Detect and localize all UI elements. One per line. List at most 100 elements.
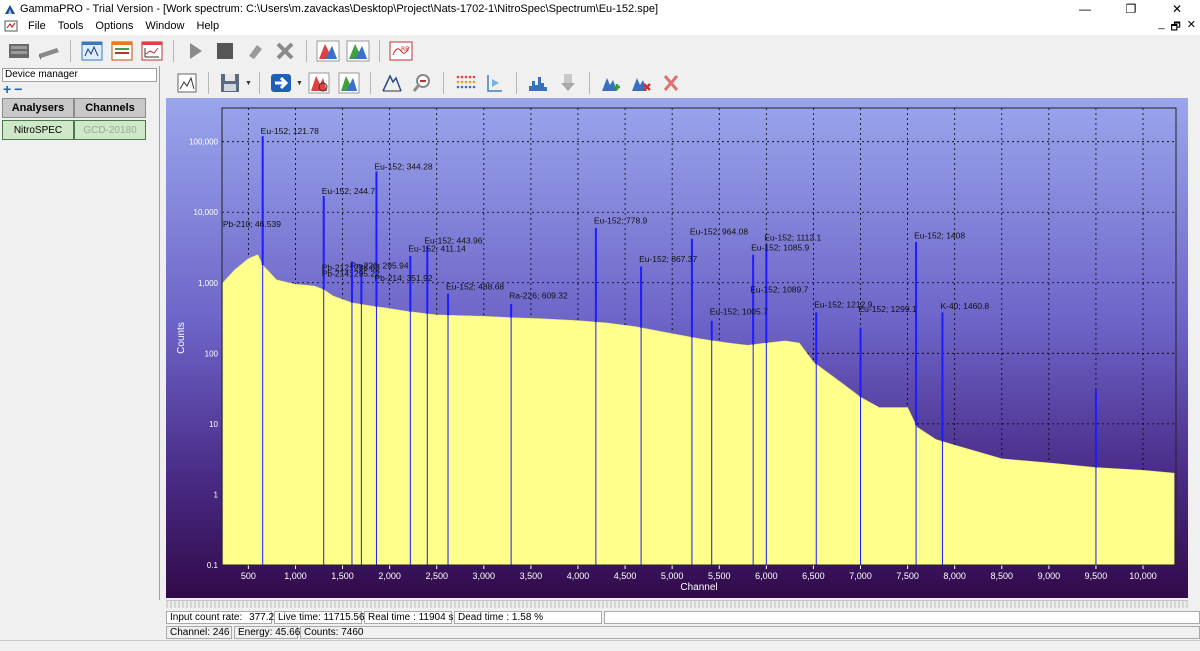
- report-window-icon[interactable]: [109, 38, 135, 64]
- view-spectrum-icon[interactable]: [174, 70, 200, 96]
- y-tick-label: 100,000: [189, 138, 218, 147]
- peak-label: Ra-226; 609.32: [509, 291, 568, 301]
- counts-field: Counts: 7460: [300, 626, 1200, 639]
- down-arrow-icon[interactable]: [555, 70, 581, 96]
- remove-device-button[interactable]: −: [14, 82, 22, 96]
- column-header-channels[interactable]: Channels: [74, 98, 146, 118]
- histogram-icon[interactable]: [525, 70, 551, 96]
- save-icon[interactable]: [217, 70, 243, 96]
- x-tick-label: 1,500: [331, 571, 354, 581]
- peak-label: Eu-152; 344.28: [374, 161, 432, 171]
- x-tick-label: 3,000: [473, 571, 496, 581]
- zoom-out-icon[interactable]: [409, 70, 435, 96]
- peak-label: Pb-210; 46.539: [223, 219, 281, 229]
- spectrum-chart[interactable]: Eu-152; 121.78 Pb-210; 46.539 Eu-152; 344.…: [166, 98, 1188, 598]
- arrow-right-icon[interactable]: [268, 70, 294, 96]
- peak-search-green-icon[interactable]: [336, 70, 362, 96]
- peak-label: Pb-214; 295.22: [322, 268, 380, 278]
- y-tick-label: 0.1: [207, 561, 219, 570]
- peak-search-red-icon[interactable]: [306, 70, 332, 96]
- input-count-rate-label: Input count rate:: [170, 612, 243, 623]
- peak-label: Eu-152; 867.37: [639, 254, 697, 264]
- y-tick-label: 100: [205, 349, 219, 358]
- menu-help[interactable]: Help: [190, 20, 225, 32]
- add-device-button[interactable]: +: [3, 82, 11, 96]
- x-tick-label: 7,000: [849, 571, 872, 581]
- x-tick-label: 2,000: [378, 571, 401, 581]
- peak-label: Eu-152; 778.9: [594, 215, 648, 225]
- peak-label: Eu-152; 244.7: [322, 186, 376, 196]
- x-tick-label: 5,000: [661, 571, 684, 581]
- bottom-status-strip: [0, 640, 1200, 651]
- mdi-restore-button[interactable]: 🗗: [1170, 18, 1180, 37]
- window-title: GammaPRO - Trial Version - [Work spectru…: [20, 2, 659, 15]
- peak-label: Eu-152; 1112.1: [764, 233, 821, 243]
- peak-label: Eu-152; 1299.1: [859, 304, 917, 314]
- column-header-analysers[interactable]: Analysers: [2, 98, 74, 118]
- device-scanner-icon[interactable]: [36, 38, 62, 64]
- arrow-dropdown-icon[interactable]: ▼: [296, 80, 304, 87]
- maximize-button[interactable]: ❐: [1108, 0, 1154, 17]
- device-manager-panel: Device manager + − Analysers Channels Ni…: [0, 66, 160, 600]
- live-time-field: Live time: 11715.56 s.: [274, 611, 375, 624]
- peak-remove-icon[interactable]: [628, 70, 654, 96]
- peak-label: Eu-152; 1005.7: [710, 307, 768, 317]
- analyser-cell[interactable]: NitroSPEC: [2, 120, 74, 140]
- horizontal-scrollbar[interactable]: [166, 600, 1188, 608]
- x-tick-label: 2,500: [425, 571, 448, 581]
- table-row[interactable]: NitroSPEC GCD-20180: [2, 120, 146, 140]
- peak-label: Eu-152; 1085.9: [751, 242, 809, 252]
- minimize-button[interactable]: —: [1062, 0, 1108, 17]
- status-blank-field: [604, 611, 1200, 624]
- eraser-icon[interactable]: [242, 38, 268, 64]
- peak-label: Eu-152; 1089.7: [750, 285, 808, 295]
- dots-grid-icon[interactable]: [452, 70, 478, 96]
- y-tick-label: 10: [209, 420, 218, 429]
- input-count-rate-field: Input count rate: 377.26: [166, 611, 280, 624]
- clear-icon[interactable]: [272, 38, 298, 64]
- mdi-minimize-button[interactable]: _: [1158, 18, 1164, 37]
- menu-tools[interactable]: Tools: [52, 20, 90, 32]
- close-button[interactable]: ✕: [1154, 0, 1200, 17]
- mdi-close-button[interactable]: ✕: [1187, 18, 1196, 37]
- x-tick-label: 9,500: [1085, 571, 1108, 581]
- x-tick-label: 500: [241, 571, 256, 581]
- status-bar: Input count rate: 377.26 Live time: 1171…: [166, 611, 1200, 639]
- x-tick-label: 1,000: [284, 571, 307, 581]
- device-rack-icon[interactable]: [6, 38, 32, 64]
- channel-cell[interactable]: GCD-20180: [74, 120, 146, 140]
- red-scale-icon[interactable]: RE: [388, 38, 414, 64]
- peak-label: Eu-152; 121.78: [261, 126, 319, 136]
- y-tick-label: 10,000: [194, 208, 219, 217]
- document-icon[interactable]: [4, 20, 18, 32]
- stop-icon[interactable]: [212, 38, 238, 64]
- x-tick-label: 8,000: [943, 571, 966, 581]
- x-tick-label: 3,500: [520, 571, 543, 581]
- chart-window-icon[interactable]: [139, 38, 165, 64]
- x-tick-label: 4,000: [567, 571, 590, 581]
- peak-outline-icon[interactable]: [379, 70, 405, 96]
- export-icon[interactable]: [482, 70, 508, 96]
- play-icon[interactable]: [182, 38, 208, 64]
- menu-options[interactable]: Options: [89, 20, 139, 32]
- delete-icon[interactable]: [658, 70, 684, 96]
- spectrum-window-icon[interactable]: [79, 38, 105, 64]
- x-tick-label: 8,500: [991, 571, 1014, 581]
- peak-add-icon[interactable]: [598, 70, 624, 96]
- x-tick-label: 4,500: [614, 571, 637, 581]
- menu-file[interactable]: File: [22, 20, 52, 32]
- menu-bar: File Tools Options Window Help _ 🗗 ✕: [0, 17, 1200, 35]
- x-axis-label: Channel: [680, 582, 717, 593]
- main-toolbar: RE: [4, 36, 416, 66]
- spectrum-peaks-icon[interactable]: [315, 38, 341, 64]
- energy-field: Energy: 45.665: [234, 626, 306, 639]
- spectrum-toolbar: ▼ ▼: [172, 68, 686, 98]
- y-tick-label: 1: [214, 490, 219, 499]
- gammapro-app-icon: [5, 4, 15, 14]
- spectrum-compare-icon[interactable]: [345, 38, 371, 64]
- menu-window[interactable]: Window: [139, 20, 190, 32]
- peak-label: Eu-152; 964.08: [690, 227, 748, 237]
- real-time-field: Real time : 11904 s.: [364, 611, 456, 624]
- save-dropdown-icon[interactable]: ▼: [245, 80, 253, 87]
- peak-label: Pb-214; 351.92: [374, 273, 432, 283]
